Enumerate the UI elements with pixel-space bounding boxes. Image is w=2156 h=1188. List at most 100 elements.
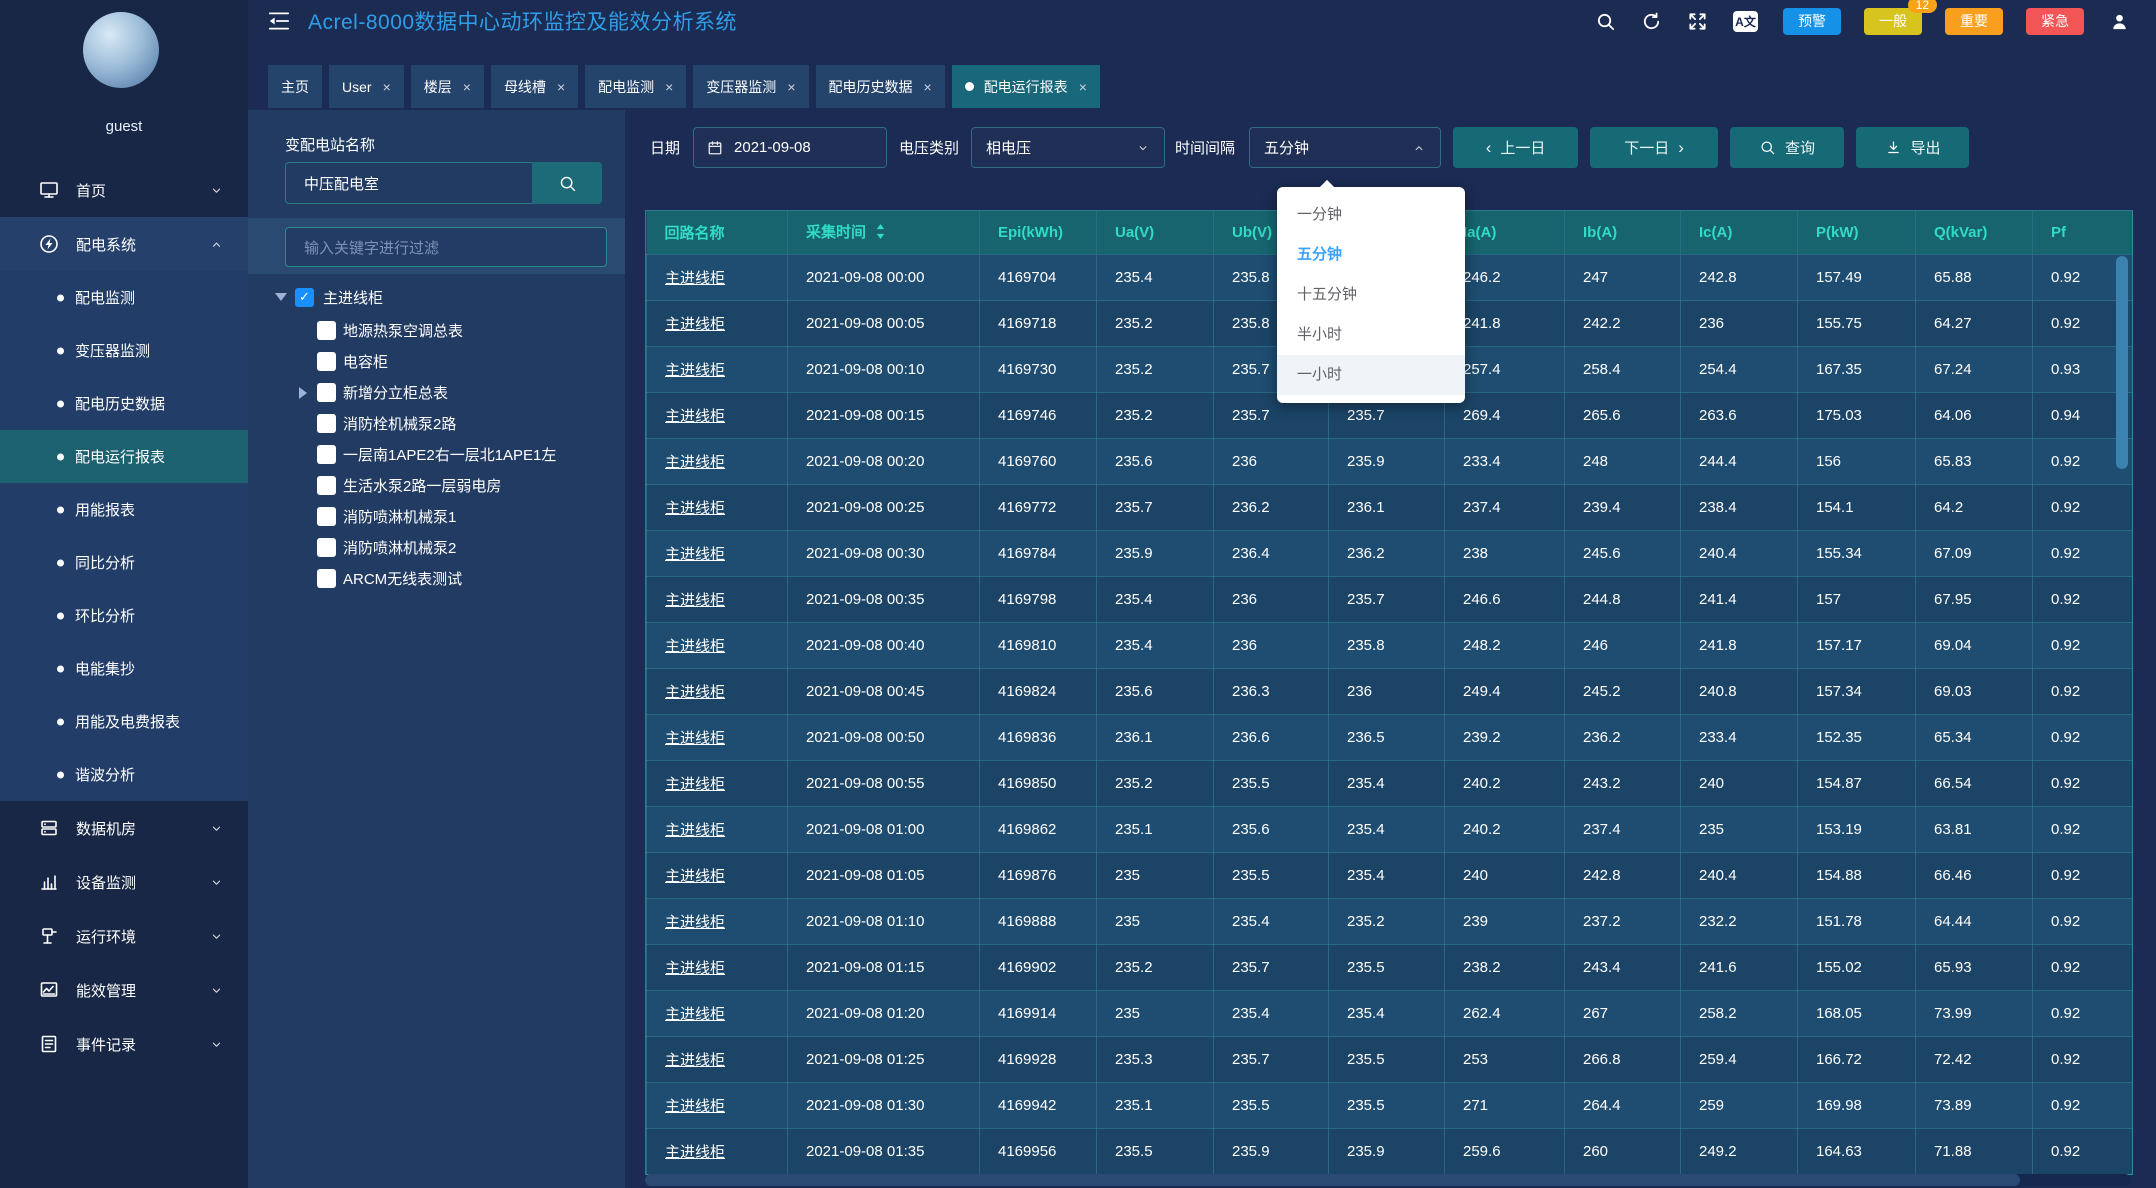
fullscreen-icon[interactable] xyxy=(1687,11,1708,32)
circuit-link[interactable]: 主进线柜 xyxy=(647,1083,788,1129)
circuit-link[interactable]: 主进线柜 xyxy=(647,945,788,991)
dropdown-option[interactable]: 一分钟 xyxy=(1277,195,1465,235)
tree-node-checkbox[interactable] xyxy=(317,538,336,557)
tab-配电历史数据[interactable]: 配电历史数据× xyxy=(816,65,945,108)
circuit-link[interactable]: 主进线柜 xyxy=(647,623,788,669)
sidebar-item[interactable]: 配电系统 xyxy=(0,217,248,271)
search-icon[interactable] xyxy=(1595,11,1616,32)
close-icon[interactable]: × xyxy=(463,80,471,94)
alarm-badge[interactable]: 一般12 xyxy=(1864,8,1922,35)
user-icon[interactable] xyxy=(2109,11,2130,32)
tree-node-checkbox[interactable] xyxy=(317,383,336,402)
menu-collapse-icon[interactable] xyxy=(266,8,292,34)
tree-node[interactable]: 一层南1APE2右一层北1APE1左 xyxy=(248,439,625,470)
prev-day-button[interactable]: ‹ 上一日 xyxy=(1453,127,1578,168)
tab-变压器监测[interactable]: 变压器监测× xyxy=(693,65,808,108)
alarm-badge[interactable]: 预警 xyxy=(1783,8,1841,35)
dropdown-option[interactable]: 十五分钟 xyxy=(1277,275,1465,315)
sidebar-item[interactable]: 数据机房 xyxy=(0,801,248,855)
circuit-link[interactable]: 主进线柜 xyxy=(647,899,788,945)
export-button[interactable]: 导出 xyxy=(1856,127,1969,168)
tab-母线槽[interactable]: 母线槽× xyxy=(491,65,578,108)
tree-node[interactable]: 消防喷淋机械泵2 xyxy=(248,532,625,563)
circuit-link[interactable]: 主进线柜 xyxy=(647,715,788,761)
tree-node-checkbox[interactable] xyxy=(317,352,336,371)
tree-filter-input[interactable]: 输入关键字进行过滤 xyxy=(285,227,607,267)
circuit-link[interactable]: 主进线柜 xyxy=(647,1037,788,1083)
horizontal-scrollbar[interactable] xyxy=(645,1174,2020,1186)
tab-楼层[interactable]: 楼层× xyxy=(411,65,484,108)
dropdown-option[interactable]: 五分钟 xyxy=(1277,235,1465,275)
tree-node-checkbox[interactable] xyxy=(317,414,336,433)
circuit-link[interactable]: 主进线柜 xyxy=(647,393,788,439)
caret-right-icon[interactable] xyxy=(299,387,307,399)
sidebar-subitem[interactable]: 环比分析 xyxy=(0,589,248,642)
circuit-link[interactable]: 主进线柜 xyxy=(647,301,788,347)
sidebar-subitem[interactable]: 用能及电费报表 xyxy=(0,695,248,748)
circuit-link[interactable]: 主进线柜 xyxy=(647,255,788,301)
alarm-badge[interactable]: 紧急 xyxy=(2026,8,2084,35)
sidebar-item[interactable]: 首页 xyxy=(0,163,248,217)
tab-配电运行报表[interactable]: 配电运行报表× xyxy=(952,65,1100,108)
sidebar-item[interactable]: 事件记录 xyxy=(0,1017,248,1071)
caret-down-icon[interactable] xyxy=(275,293,287,301)
tree-node-checkbox[interactable] xyxy=(317,321,336,340)
dropdown-option[interactable]: 一小时 xyxy=(1277,355,1465,395)
sidebar-item[interactable]: 能效管理 xyxy=(0,963,248,1017)
sidebar-item[interactable]: 运行环境 xyxy=(0,909,248,963)
tree-node[interactable]: 电容柜 xyxy=(248,346,625,377)
sidebar-subitem[interactable]: 谐波分析 xyxy=(0,748,248,801)
close-icon[interactable]: × xyxy=(665,80,673,94)
tree-node[interactable]: 消防栓机械泵2路 xyxy=(248,408,625,439)
sidebar-subitem[interactable]: 同比分析 xyxy=(0,536,248,589)
close-icon[interactable]: × xyxy=(787,80,795,94)
tree-node[interactable]: 新增分立柜总表 xyxy=(248,377,625,408)
language-icon[interactable]: A文 xyxy=(1733,11,1758,32)
column-header-采集时间[interactable]: 采集时间 xyxy=(788,211,980,255)
sidebar-item[interactable]: 设备监测 xyxy=(0,855,248,909)
voltage-type-select[interactable]: 相电压 xyxy=(971,127,1165,168)
tab-User[interactable]: User× xyxy=(329,65,404,108)
tree-node[interactable]: 地源热泵空调总表 xyxy=(248,315,625,346)
tree-root-checkbox[interactable]: ✓ xyxy=(295,288,314,307)
sidebar-subitem[interactable]: 配电运行报表 xyxy=(0,430,248,483)
tree-node[interactable]: 消防喷淋机械泵1 xyxy=(248,501,625,532)
close-icon[interactable]: × xyxy=(557,80,565,94)
circuit-link[interactable]: 主进线柜 xyxy=(647,347,788,393)
tree-node-checkbox[interactable] xyxy=(317,476,336,495)
refresh-icon[interactable] xyxy=(1641,11,1662,32)
circuit-link[interactable]: 主进线柜 xyxy=(647,807,788,853)
date-picker[interactable]: 2021-09-08 xyxy=(693,127,887,168)
tree-node[interactable]: 生活水泵2路一层弱电房 xyxy=(248,470,625,501)
sidebar-subitem[interactable]: 电能集抄 xyxy=(0,642,248,695)
station-search-input[interactable]: 中压配电室 xyxy=(285,162,532,204)
tree-node[interactable]: ARCM无线表测试 xyxy=(248,563,625,594)
sidebar-subitem[interactable]: 用能报表 xyxy=(0,483,248,536)
circuit-link[interactable]: 主进线柜 xyxy=(647,761,788,807)
sidebar-subitem[interactable]: 变压器监测 xyxy=(0,324,248,377)
tree-node-checkbox[interactable] xyxy=(317,507,336,526)
tree-root-label[interactable]: 主进线柜 xyxy=(323,287,383,308)
tree-node-checkbox[interactable] xyxy=(317,445,336,464)
dropdown-option[interactable]: 半小时 xyxy=(1277,315,1465,355)
sort-icon[interactable] xyxy=(874,222,887,245)
sidebar-subitem[interactable]: 配电历史数据 xyxy=(0,377,248,430)
query-button[interactable]: 查询 xyxy=(1730,127,1844,168)
circuit-link[interactable]: 主进线柜 xyxy=(647,669,788,715)
alarm-badge[interactable]: 重要 xyxy=(1945,8,2003,35)
close-icon[interactable]: × xyxy=(383,80,391,94)
interval-select[interactable]: 五分钟 xyxy=(1249,127,1441,168)
station-search-button[interactable] xyxy=(532,162,602,204)
next-day-button[interactable]: 下一日 › xyxy=(1590,127,1718,168)
sidebar-subitem[interactable]: 配电监测 xyxy=(0,271,248,324)
tab-主页[interactable]: 主页 xyxy=(268,65,322,108)
circuit-link[interactable]: 主进线柜 xyxy=(647,531,788,577)
close-icon[interactable]: × xyxy=(1079,80,1087,94)
circuit-link[interactable]: 主进线柜 xyxy=(647,485,788,531)
circuit-link[interactable]: 主进线柜 xyxy=(647,1129,788,1175)
close-icon[interactable]: × xyxy=(924,80,932,94)
tab-配电监测[interactable]: 配电监测× xyxy=(585,65,686,108)
circuit-link[interactable]: 主进线柜 xyxy=(647,853,788,899)
circuit-link[interactable]: 主进线柜 xyxy=(647,577,788,623)
tree-node-checkbox[interactable] xyxy=(317,569,336,588)
